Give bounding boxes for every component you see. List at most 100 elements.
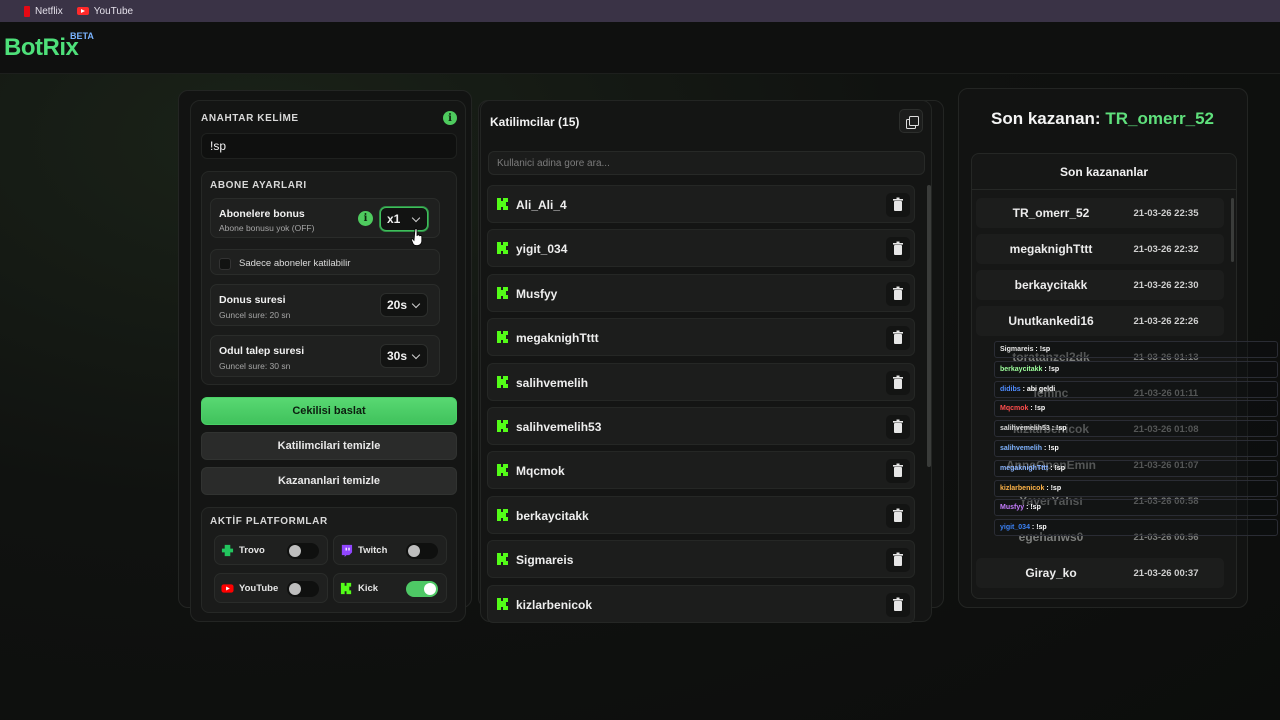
trash-icon[interactable] [886,548,910,573]
select-value: x1 [387,212,401,226]
participants-title: Katilimcilar (15) [490,115,580,129]
bookmark-netflix[interactable]: Netflix [24,5,63,17]
chat-user: Mqcmok [1000,405,1029,413]
chat-user: yigit_034 [1000,524,1030,532]
beta-badge: BETA [70,31,94,41]
chat-message: yigit_034 : !sp [994,519,1278,537]
trash-icon[interactable] [886,459,910,484]
kick-icon [497,242,508,255]
chat-user: salihvemelih53 [1000,425,1050,433]
youtube-icon [221,584,234,593]
app-logo[interactable]: BotRix [4,34,79,62]
info-icon[interactable]: i [443,111,457,125]
clear-winners-button[interactable]: Kazananlari temizle [201,467,457,495]
kick-icon [340,582,352,595]
kick-icon [497,464,508,477]
kick-icon [497,508,508,521]
recent-winners-title: Son kazananlar [972,154,1236,190]
trash-icon[interactable] [886,370,910,395]
winner-name: Unutkankedi16 [1008,314,1094,328]
participant-name: yigit_034 [516,242,568,257]
draw-time-title: Donus suresi [219,294,286,306]
chat-text: : !sp [1043,445,1059,452]
winner-date: 21-03-26 22:30 [1133,280,1199,291]
subscriber-settings-box: ABONE AYARLARI Abonelere bonus Abone bon… [201,171,457,385]
winners-scrollbar[interactable] [1231,198,1234,262]
platform-youtube: YouTube [214,573,328,603]
keyword-input[interactable] [201,133,457,159]
chat-text: : !sp [1044,365,1060,373]
last-winner-label: Son kazanan: [991,109,1101,128]
subscribers-only-label: Sadece aboneler katilabilir [239,258,351,269]
platforms-box: AKTİF PLATFORMLAR Trovo Twitch YouTube K… [201,507,457,613]
participant-name: Sigmareis [516,553,574,568]
subscribers-only-checkbox[interactable] [219,258,231,270]
kick-icon [497,420,508,432]
participant-name: megaknighTttt [516,331,599,346]
bookmark-youtube[interactable]: YouTube [76,5,134,17]
chat-message: Sigmareis : !sp [994,341,1278,358]
winner-name: Giray_ko [1025,566,1077,580]
participant-row: Sigmareis [487,540,915,579]
trash-icon[interactable] [886,281,910,306]
info-icon[interactable]: i [358,211,373,226]
chat-text: : !sp [1051,425,1067,433]
kick-icon [497,597,508,610]
chat-message: didibs : abi geldi [994,380,1278,398]
trash-icon[interactable] [886,193,910,217]
platform-twitch: Twitch [333,535,447,565]
subscriber-settings-title: ABONE AYARLARI [210,180,307,191]
subscribers-only-row[interactable]: Sadece aboneler katilabilir [210,249,440,275]
participant-name: Mqcmok [516,464,565,479]
trash-icon[interactable] [886,503,910,528]
clear-participants-button[interactable]: Katilimcilari temizle [201,432,457,460]
bookmark-label: YouTube [93,5,134,17]
chat-user: megaknighTttt [1000,464,1049,472]
hand-cursor-icon [411,228,423,246]
chat-message: salihvemelih53 : !sp [994,420,1278,438]
draw-time-select[interactable]: 20s [380,293,428,317]
winner-row: TR_omerr_52 21-03-26 22:35 [976,198,1224,228]
winner-date: 21-03-26 22:26 [1133,316,1199,327]
participant-name: Ali_Ali_4 [516,198,567,212]
trash-icon[interactable] [886,592,910,617]
trash-icon[interactable] [886,237,910,262]
chat-user: salihvemelih [1000,445,1043,452]
youtube-toggle[interactable] [287,581,319,597]
winner-date: 21-03-26 22:32 [1133,244,1199,255]
chat-user: didibs [1000,385,1021,393]
winner-name: berkaycitakk [1014,278,1088,292]
platform-name: YouTube [239,583,279,594]
kick-icon [497,286,508,299]
platform-name: Trovo [239,545,265,556]
twitch-toggle[interactable] [406,543,438,559]
chat-text: : !sp [1050,464,1065,472]
trash-icon[interactable] [886,326,910,351]
claim-time-subtitle: Guncel sure: 30 sn [219,361,291,371]
platforms-title: AKTİF PLATFORMLAR [210,516,328,527]
kick-icon [497,331,508,344]
start-giveaway-button[interactable]: Cekilisi baslat [201,397,457,425]
netflix-icon [24,5,30,17]
kick-toggle[interactable] [406,581,438,597]
trash-icon[interactable] [886,415,910,439]
trovo-toggle[interactable] [287,543,319,559]
kick-icon [497,375,508,388]
chat-message: berkaycitakk : !sp [994,360,1278,378]
chevron-down-icon [411,299,421,309]
chat-text: : !sp [1046,484,1062,492]
winner-name: TR_omerr_52 [1012,206,1090,220]
chat-text: : abi geldi [1022,385,1056,393]
chat-user: Sigmareis [1000,346,1034,353]
participant-search-input[interactable] [488,151,925,175]
participant-name: kizlarbenicok [516,597,593,612]
winner-row: megaknighTttt 21-03-26 22:32 [976,234,1224,264]
participants-scrollbar[interactable] [927,185,931,467]
chat-text: : !sp [1035,346,1051,353]
copy-icon[interactable] [899,109,923,133]
kick-icon [497,198,508,210]
claim-time-select[interactable]: 30s [380,344,428,368]
participant-row: Musfyy [487,273,915,312]
chat-message: salihvemelih : !sp [994,440,1278,457]
winner-row: Unutkankedi16 21-03-26 22:26 [976,306,1224,336]
